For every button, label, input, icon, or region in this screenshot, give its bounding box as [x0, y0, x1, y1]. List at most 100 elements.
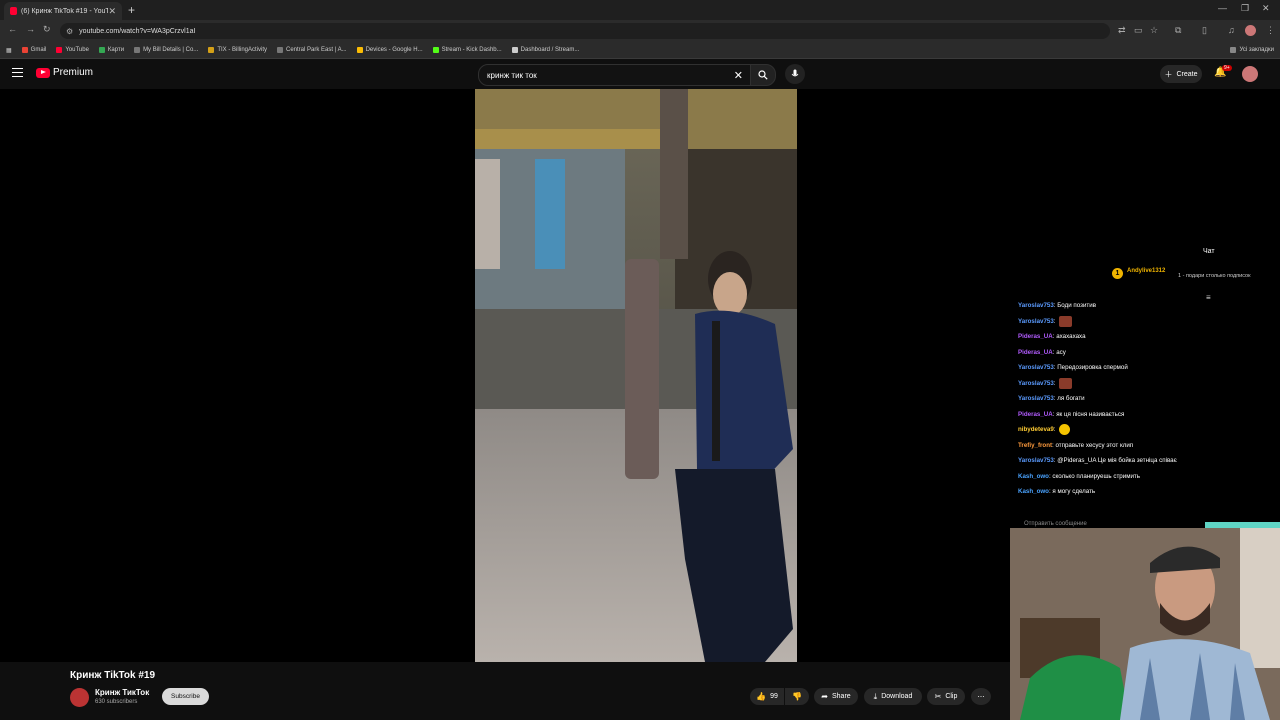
- search-query: кринж тик ток: [487, 70, 537, 80]
- dislike-button[interactable]: 👎: [785, 688, 809, 705]
- bookmark-favicon-icon: [208, 47, 215, 53]
- bookmark-label: Dashboard / Stream...: [520, 47, 580, 53]
- profile-avatar[interactable]: [1245, 25, 1256, 36]
- bookmark-item[interactable]: Stream - Kick Dashb...: [432, 47, 502, 53]
- share-icon: ➦: [821, 692, 828, 701]
- chat-username[interactable]: Trefiy_front: [1018, 438, 1052, 454]
- chat-message: Yaroslav753:: [1018, 376, 1248, 392]
- download-button[interactable]: ⤓ Download: [864, 688, 922, 705]
- webcam-frame: [1010, 528, 1280, 720]
- extensions-icon[interactable]: ⧉: [1175, 25, 1181, 36]
- chat-username[interactable]: Yaroslav753: [1018, 314, 1054, 330]
- bookmark-favicon-icon: [56, 47, 63, 53]
- back-icon[interactable]: ←: [8, 24, 17, 34]
- bookmark-item[interactable]: YouTube: [56, 47, 89, 53]
- chat-message: Pideras_UA: ахахахаха: [1018, 329, 1248, 345]
- maximize-icon[interactable]: ❐: [1241, 3, 1249, 14]
- bookmark-item[interactable]: Devices - Google H...: [356, 47, 423, 53]
- bookmark-label: Карти: [107, 47, 125, 53]
- chat-username[interactable]: nibydeteva9: [1018, 422, 1054, 438]
- bookmark-item[interactable]: Gmail: [21, 47, 46, 53]
- chat-message: Pideras_UA: асу: [1018, 345, 1248, 361]
- account-avatar[interactable]: [1242, 66, 1258, 82]
- chat-emote-icon: [1059, 315, 1073, 327]
- forward-icon[interactable]: →: [26, 24, 35, 34]
- like-button[interactable]: 👍 99: [750, 688, 784, 705]
- thumbs-up-icon: 👍: [756, 692, 767, 701]
- chat-username[interactable]: Yaroslav753: [1018, 391, 1054, 407]
- chat-text: асу: [1056, 348, 1066, 356]
- search-input[interactable]: кринж тик ток ✕: [478, 64, 752, 86]
- video-player[interactable]: [475, 89, 797, 662]
- bookmark-item[interactable]: My Bill Details | Co...: [134, 47, 198, 53]
- minimize-icon[interactable]: —: [1218, 3, 1227, 13]
- chat-message: Yaroslav753: ля богати: [1018, 391, 1248, 407]
- chat-text: ахахахаха: [1056, 333, 1086, 340]
- new-tab-button[interactable]: +: [128, 3, 135, 17]
- chat-text: Боди позитив: [1057, 302, 1096, 309]
- chat-username[interactable]: Yaroslav753: [1018, 298, 1054, 314]
- sub-user: Andylive1312: [1127, 268, 1166, 274]
- site-info-icon[interactable]: ⚙: [66, 27, 73, 36]
- media-icon[interactable]: ♫: [1228, 25, 1235, 35]
- menu-icon[interactable]: [12, 68, 23, 77]
- clip-button[interactable]: ✂ Clip: [927, 688, 965, 705]
- chat-message: Yaroslav753: @Pideras_UA Це мія бойка зе…: [1018, 453, 1248, 469]
- download-icon: ⤓: [873, 691, 878, 701]
- channel-avatar[interactable]: [70, 688, 89, 707]
- chat-emote-icon: [1059, 424, 1071, 436]
- bookmark-label: YouTube: [65, 47, 89, 53]
- chat-username[interactable]: Kash_owo: [1018, 484, 1049, 500]
- reload-icon[interactable]: ↻: [43, 24, 51, 35]
- search-button[interactable]: [750, 64, 776, 86]
- bookmark-item[interactable]: Central Park East | A...: [277, 47, 347, 53]
- sub-text: 1 - подари столько подписок: [1178, 273, 1251, 279]
- bookmark-star-icon[interactable]: ☆: [1150, 25, 1158, 36]
- chat-message: Kash_owo: я могу сделать: [1018, 484, 1248, 500]
- chat-send-input[interactable]: Отправить сообщение: [1024, 521, 1087, 527]
- video-title: Кринж TikTok #19: [70, 670, 156, 681]
- chat-message: Yaroslav753:: [1018, 314, 1248, 330]
- clip-label: Clip: [945, 693, 958, 700]
- chat-username[interactable]: Pideras_UA: [1018, 407, 1053, 423]
- chat-username[interactable]: Pideras_UA: [1018, 345, 1053, 361]
- chat-username[interactable]: Yaroslav753: [1018, 360, 1054, 376]
- close-tab-icon[interactable]: ✕: [108, 6, 116, 17]
- close-window-icon[interactable]: ✕: [1262, 3, 1270, 14]
- create-button[interactable]: ＋ Create: [1160, 65, 1202, 83]
- chat-text: сколько планируешь стримить: [1052, 472, 1140, 480]
- bookmark-item[interactable]: Dashboard / Stream...: [511, 47, 580, 53]
- cast-icon[interactable]: ▭: [1134, 25, 1143, 36]
- browser-tab[interactable]: (6) Кринж TikTok #19 - YouTube ✕: [4, 2, 122, 20]
- apps-icon[interactable]: ▦: [6, 47, 12, 54]
- youtube-favicon-icon: [10, 7, 17, 15]
- subscriber-count: 630 subscribers: [95, 699, 138, 705]
- channel-name[interactable]: Кринж ТикТок: [95, 688, 149, 697]
- bookmark-item[interactable]: Карти: [98, 47, 125, 53]
- search-icon: [758, 70, 768, 80]
- sidepanel-icon[interactable]: ▯: [1202, 25, 1207, 36]
- chat-message: Yaroslav753: Передозировка спермой: [1018, 360, 1248, 376]
- voice-search-button[interactable]: [785, 64, 805, 84]
- chat-emote-icon: [1059, 377, 1073, 389]
- browser-menu-icon[interactable]: ⋮: [1266, 25, 1275, 36]
- chat-username[interactable]: Yaroslav753: [1018, 376, 1054, 392]
- bookmark-favicon-icon: [511, 47, 518, 53]
- subscribe-button[interactable]: Subscribe: [162, 688, 209, 705]
- chat-message: nibydeteva9:: [1018, 422, 1248, 438]
- share-button[interactable]: ➦ Share: [814, 688, 858, 705]
- clear-search-icon[interactable]: ✕: [734, 69, 743, 82]
- bookmark-item[interactable]: TIX - BillingActivity: [208, 47, 267, 53]
- thumbs-down-icon: 👎: [792, 692, 802, 701]
- translate-icon[interactable]: ⇄: [1118, 25, 1126, 36]
- youtube-logo[interactable]: Premium: [36, 67, 93, 78]
- chat-separator: :: [1053, 379, 1058, 387]
- chat-username[interactable]: Yaroslav753: [1018, 453, 1054, 469]
- all-bookmarks[interactable]: Усі закладки: [1230, 47, 1274, 53]
- address-bar[interactable]: ⚙ youtube.com/watch?v=WA3pCrzvl1aI: [60, 23, 1110, 39]
- chat-username[interactable]: Pideras_UA: [1018, 329, 1053, 345]
- chat-username[interactable]: Kash_owo: [1018, 469, 1049, 485]
- more-actions-icon[interactable]: ⋯: [971, 688, 991, 705]
- chat-message: Pideras_UA: як ця пісня називається: [1018, 407, 1248, 423]
- share-label: Share: [832, 693, 851, 700]
